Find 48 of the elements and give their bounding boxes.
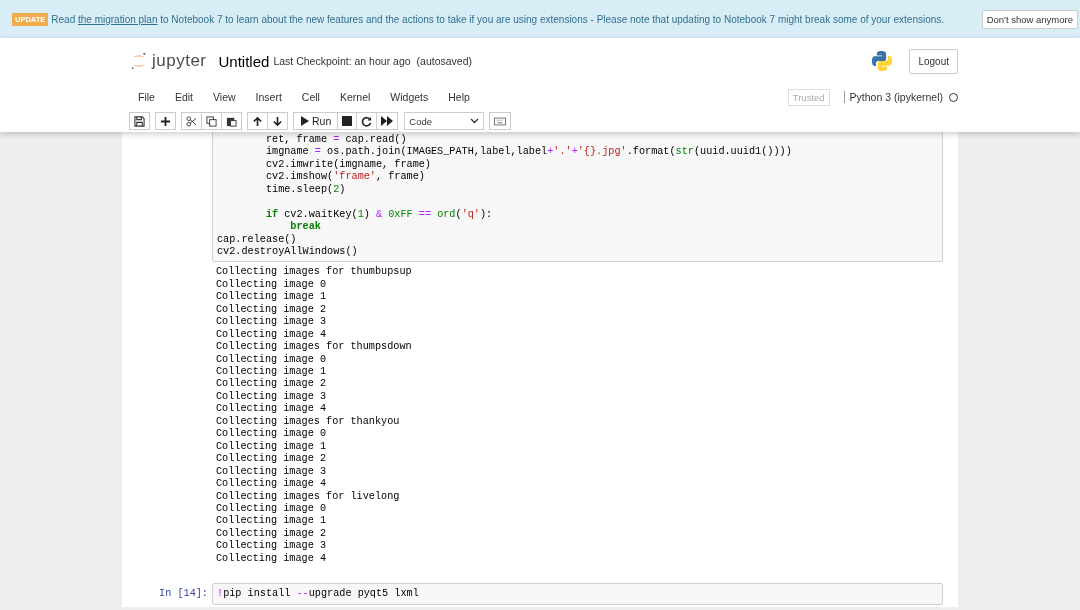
menu-item[interactable]: Help	[440, 91, 478, 103]
checkpoint-status: Last Checkpoint: an hour ago	[273, 55, 411, 67]
notebook-name[interactable]: Untitled	[218, 52, 270, 70]
logout-button[interactable]: Logout	[909, 48, 958, 74]
cut-button[interactable]	[181, 112, 202, 130]
update-message: Read the migration plan to Notebook 7 to learn about the new features and the actions to take if you are using extensions - Please note that updating to Notebook 7 might break some of your extensions.	[51, 13, 945, 25]
move-up-button[interactable]	[247, 112, 268, 130]
save-button[interactable]	[129, 112, 150, 130]
play-icon	[300, 116, 309, 126]
caret-icon	[470, 118, 480, 124]
menu-item[interactable]: Insert	[247, 91, 290, 103]
kernel-name[interactable]: Python 3 (ipykernel)	[843, 91, 943, 103]
stop-button[interactable]	[337, 112, 358, 130]
restart-button[interactable]	[356, 112, 378, 130]
plus-icon	[160, 115, 171, 127]
fast-forward-icon	[381, 116, 394, 126]
add-cell-button[interactable]	[155, 112, 176, 130]
restart-icon	[361, 115, 373, 127]
stop-icon	[342, 116, 353, 126]
menu-item[interactable]: File	[130, 91, 163, 103]
paste-button[interactable]	[221, 112, 242, 130]
autosave-status: (autosaved)	[416, 55, 473, 67]
menu-item[interactable]: Edit	[166, 91, 201, 103]
fast-forward-button[interactable]	[376, 112, 399, 130]
cell-type-dropdown[interactable]: Code	[404, 112, 485, 130]
code-input[interactable]: ret, frame = cap.read() imgname = os.path.join(IMAGES_PATH,label,label+'.'+'{}.jpg'.format(str(uuid.uuid1()))) cv2.imwrite(imgname, frame) cv2.imshow('frame', frame) time.sleep(2) if cv2.waitKey(1) & 0xFF == ord('q'): break cap.release() cv2.destroyAllWindows()	[212, 132, 943, 263]
menu-item[interactable]: Widgets	[382, 91, 437, 103]
run-button[interactable]: Run	[293, 112, 339, 130]
code-input[interactable]: !pip install --upgrade pyqt5 lxml	[212, 583, 943, 605]
copy-icon	[206, 115, 217, 127]
paste-icon	[226, 115, 237, 127]
menu-item[interactable]: View	[205, 91, 244, 103]
move-down-button[interactable]	[267, 112, 288, 130]
menu-item[interactable]: Cell	[293, 91, 328, 103]
scissors-icon	[186, 115, 197, 127]
keyboard-button[interactable]	[489, 112, 512, 130]
dismiss-button[interactable]: Don't show anymore	[981, 10, 1078, 29]
keyboard-icon	[494, 116, 507, 126]
menu-item[interactable]: Kernel	[331, 91, 379, 103]
migration-plan-link[interactable]: the migration plan	[77, 13, 158, 25]
arrow-down-icon	[272, 115, 283, 127]
arrow-up-icon	[252, 115, 263, 127]
python-logo-icon	[871, 50, 894, 72]
cell-output: Collecting images for thumbupsup Collecting image 0 Collecting image 1 Collecting image 2 Collecting image 3 Collecting image 4 Collecting images for thumpsdown Collecting image 0 Collecting image 1 Collecting image 2 Collecting image 3 Collecting image 4 Collecting images for thankyou Collecting image 0 Collecting image 1 Collecting image 2 Collecting image 3 Collecting image 4 Collecting images for livelong Collecting image 0 Collecting image 1 Collecting image 2 Collecting image 3 Collecting image 4	[215, 265, 413, 566]
jupyter-wordmark[interactable]: jupyter	[152, 51, 207, 71]
save-icon	[134, 115, 145, 127]
copy-button[interactable]	[201, 112, 222, 130]
cell-prompt: In [14]:	[159, 588, 208, 600]
